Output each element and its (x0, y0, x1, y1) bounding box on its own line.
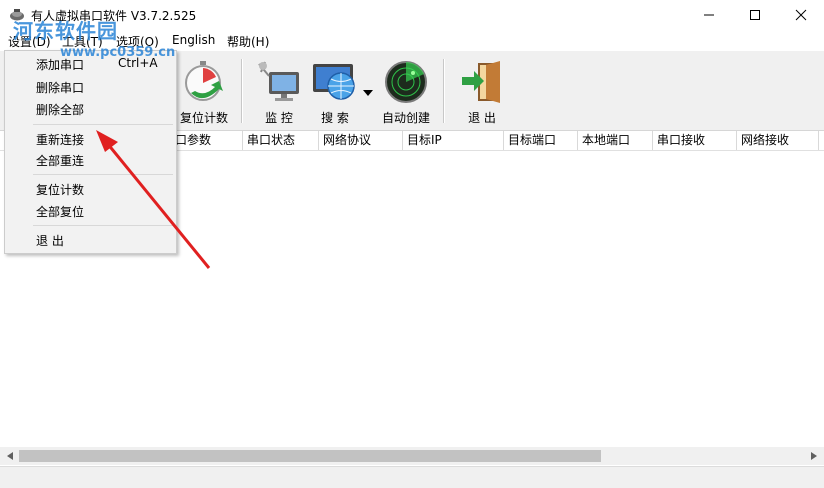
menu-item-reset-count[interactable]: 复位计数 (36, 181, 84, 198)
auto-create-label: 自动创建 (381, 111, 430, 125)
search-button[interactable]: 搜 索 (309, 56, 361, 126)
exit-door-icon (462, 61, 500, 103)
column-header[interactable]: 目标端口 (504, 131, 578, 150)
column-header[interactable]: 目标IP (403, 131, 504, 150)
search-label: 搜 索 (321, 111, 349, 125)
triangle-down-icon (363, 90, 373, 96)
menu-help[interactable]: 帮助(H) (227, 33, 269, 50)
menu-item-delete-all[interactable]: 删除全部 (36, 101, 84, 118)
watermark-text: 河东软件园 (13, 19, 118, 43)
toolbar-separator (443, 59, 445, 123)
reset-count-label: 复位计数 (179, 111, 228, 125)
column-header[interactable]: 串口接收 (653, 131, 737, 150)
exit-label: 退 出 (468, 111, 496, 125)
arrow-right-icon (810, 452, 817, 460)
menu-separator (33, 124, 173, 125)
toolbar-separator (241, 59, 243, 123)
scroll-left-button[interactable] (1, 449, 18, 463)
monitor-button[interactable]: 监 控 (253, 56, 305, 126)
monitor-icon (258, 61, 299, 101)
menu-english[interactable]: English (172, 33, 215, 47)
exit-button[interactable]: 退 出 (455, 56, 509, 126)
stopwatch-icon (185, 61, 223, 101)
minimize-icon (704, 14, 714, 16)
monitor-label: 监 控 (265, 111, 293, 125)
scroll-thumb[interactable] (19, 450, 601, 462)
close-icon (795, 9, 807, 21)
auto-create-button[interactable]: 自动创建 (378, 56, 434, 126)
menu-item-reconnect-all[interactable]: 全部重连 (36, 152, 84, 169)
column-header[interactable]: 网络协议 (319, 131, 403, 150)
arrow-left-icon (6, 452, 13, 460)
column-header[interactable]: 口参数 (171, 131, 243, 150)
close-button[interactable] (778, 0, 824, 30)
maximize-button[interactable] (732, 0, 778, 30)
reset-count-button[interactable]: 复位计数 (177, 56, 231, 126)
menu-separator (33, 225, 173, 226)
menu-separator (33, 174, 173, 175)
status-bar (0, 466, 824, 488)
column-header[interactable]: 串口状态 (243, 131, 319, 150)
maximize-icon (750, 10, 760, 20)
horizontal-scrollbar[interactable] (0, 447, 824, 465)
column-header[interactable]: 本地端口 (578, 131, 653, 150)
search-network-icon (313, 64, 355, 100)
scroll-right-button[interactable] (805, 449, 822, 463)
menu-item-delete-port[interactable]: 删除串口 (36, 79, 84, 96)
column-header[interactable]: 网络接收 (737, 131, 819, 150)
menu-item-reset-all[interactable]: 全部复位 (36, 203, 84, 220)
radar-icon (385, 61, 427, 103)
menu-item-exit[interactable]: 退 出 (36, 232, 64, 249)
minimize-button[interactable] (686, 0, 732, 30)
settings-dropdown-menu: 添加串口 Ctrl+A 删除串口 删除全部 重新连接 全部重连 复位计数 全部复… (4, 50, 177, 254)
menu-item-reconnect[interactable]: 重新连接 (36, 131, 84, 148)
search-dropdown-arrow[interactable] (363, 85, 373, 99)
title-bar: 有人虚拟串口软件 V3.7.2.525 (0, 0, 824, 30)
watermark-url: www.pc0359.cn (60, 45, 176, 60)
